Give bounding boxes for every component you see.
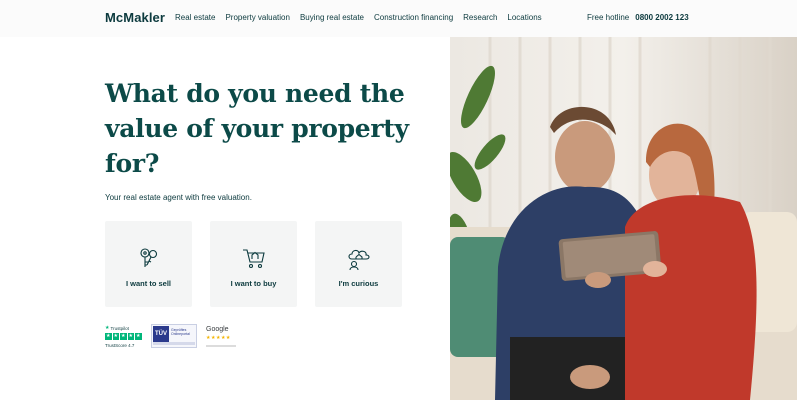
- hero-photo: [450, 37, 797, 400]
- option-curious-label: I'm curious: [338, 279, 379, 288]
- star-icon: ★: [105, 332, 112, 340]
- main-nav: Real estate Property valuation Buying re…: [175, 13, 542, 22]
- trustpilot-stars: ★ ★ ★ ★ ★: [105, 333, 143, 340]
- tuv-badge[interactable]: TÜV Geprüftes Onlineportal: [151, 324, 197, 348]
- google-stars: ★★★★★: [206, 335, 231, 341]
- hero-subline: Your real estate agent with free valuati…: [105, 193, 252, 202]
- intent-options: I want to sell I want to buy I'm curious: [105, 221, 402, 307]
- hotline[interactable]: Free hotline 0800 2002 123: [587, 13, 689, 22]
- nav-research[interactable]: Research: [463, 13, 497, 22]
- option-sell-label: I want to sell: [125, 279, 171, 288]
- trustpilot-badge[interactable]: ★ Trustpilot ★ ★ ★ ★ ★ TrustScore 4.7: [105, 325, 143, 348]
- option-buy-label: I want to buy: [230, 279, 277, 288]
- google-subline: [206, 345, 236, 347]
- nav-locations[interactable]: Locations: [507, 13, 541, 22]
- nav-buying-real-estate[interactable]: Buying real estate: [300, 13, 364, 22]
- star-icon: ★: [135, 332, 142, 340]
- star-icon: ★: [120, 332, 127, 340]
- couple-with-tablet-image: [450, 37, 797, 400]
- hotline-number[interactable]: 0800 2002 123: [635, 13, 688, 22]
- nav-construction-financing[interactable]: Construction financing: [374, 13, 453, 22]
- house-cart-icon: [243, 249, 265, 269]
- google-brand: Google: [206, 326, 229, 333]
- tuv-mark: TÜV: [153, 326, 169, 342]
- mcmakler-logo[interactable]: McMakler: [105, 10, 165, 25]
- trustpilot-score: TrustScore 4.7: [105, 342, 135, 348]
- trustpilot-brand-text: Trustpilot: [110, 325, 129, 331]
- option-curious-card[interactable]: I'm curious: [315, 221, 402, 307]
- cloud-thought-icon: [348, 249, 370, 271]
- trustpilot-star-icon: ★: [105, 325, 110, 331]
- tuv-text: Geprüftes Onlineportal: [171, 328, 190, 336]
- option-sell-card[interactable]: I want to sell: [105, 221, 192, 307]
- star-icon: ★: [127, 332, 134, 340]
- hotline-label: Free hotline: [587, 13, 630, 22]
- star-icon: ★: [112, 332, 119, 340]
- trustpilot-brand: ★ Trustpilot: [105, 325, 143, 331]
- tuv-divider: [153, 342, 195, 345]
- option-buy-card[interactable]: I want to buy: [210, 221, 297, 307]
- nav-real-estate[interactable]: Real estate: [175, 13, 215, 22]
- google-rating-badge[interactable]: Google ★★★★★: [206, 326, 236, 347]
- top-header: McMakler Real estate Property valuation …: [0, 0, 797, 37]
- nav-property-valuation[interactable]: Property valuation: [225, 13, 289, 22]
- keys-icon: [140, 248, 158, 267]
- page-title: What do you need the value of your prope…: [105, 79, 409, 178]
